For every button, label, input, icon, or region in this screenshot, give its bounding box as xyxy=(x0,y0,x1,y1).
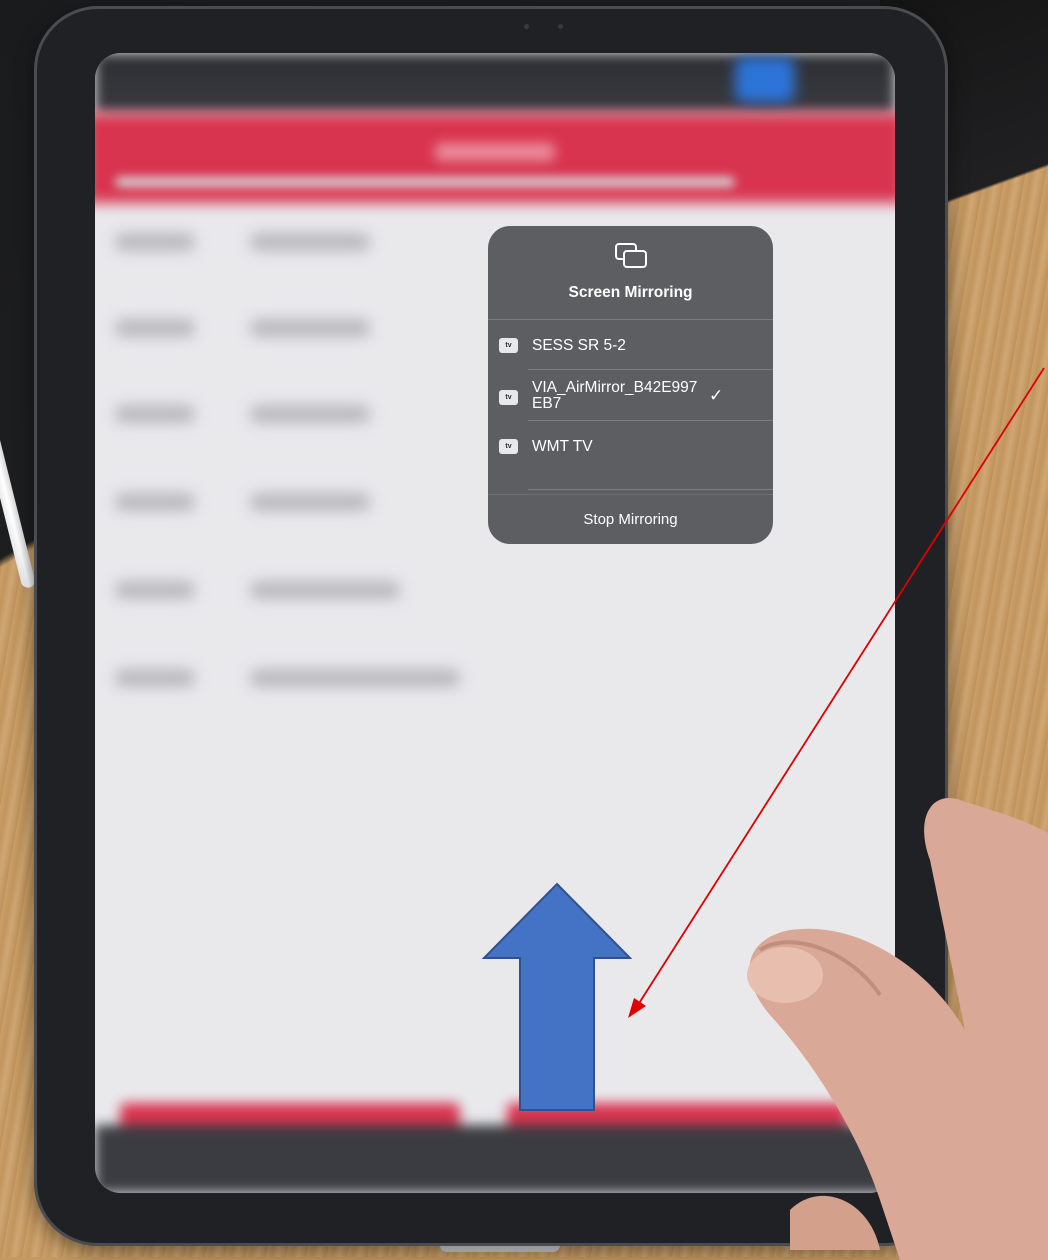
apple-tv-icon: tv xyxy=(499,439,518,454)
stop-mirroring-button[interactable]: Stop Mirroring xyxy=(488,511,773,528)
device-name: VIA_AirMirror_B42E997 EB7 xyxy=(532,379,698,412)
device-name: SESS SR 5-2 xyxy=(532,337,626,354)
list-item[interactable] xyxy=(115,571,515,611)
screen-mirroring-title: Screen Mirroring xyxy=(568,284,693,301)
status-bar-mirroring-indicator xyxy=(735,57,795,103)
divider xyxy=(488,494,773,495)
apple-tv-icon: tv xyxy=(499,338,518,353)
swipe-up-arrow-icon xyxy=(482,882,632,1111)
home-indicator-area xyxy=(95,1125,895,1193)
list-item[interactable] xyxy=(115,483,515,523)
device-row-wmt-tv[interactable]: tv WMT TV xyxy=(488,421,773,469)
list-item[interactable] xyxy=(115,223,515,263)
list-item[interactable] xyxy=(115,309,515,349)
divider xyxy=(528,489,773,490)
apple-tv-icon: tv xyxy=(499,390,518,405)
screen-mirroring-icon xyxy=(615,243,647,268)
device-row-via-airmirror[interactable]: tv VIA_AirMirror_B42E997 EB7 ✓ xyxy=(488,370,773,420)
camera-icon xyxy=(524,24,564,30)
app-header-title xyxy=(435,143,555,161)
list-item[interactable] xyxy=(115,659,515,699)
screen-mirroring-panel: Screen Mirroring tv SESS SR 5-2 tv VIA_A… xyxy=(488,226,773,544)
list-item[interactable] xyxy=(115,395,515,435)
device-row-sess-sr[interactable]: tv SESS SR 5-2 xyxy=(488,320,773,368)
device-name: WMT TV xyxy=(532,438,593,455)
checkmark-icon: ✓ xyxy=(709,386,724,405)
app-subheader xyxy=(115,177,735,187)
